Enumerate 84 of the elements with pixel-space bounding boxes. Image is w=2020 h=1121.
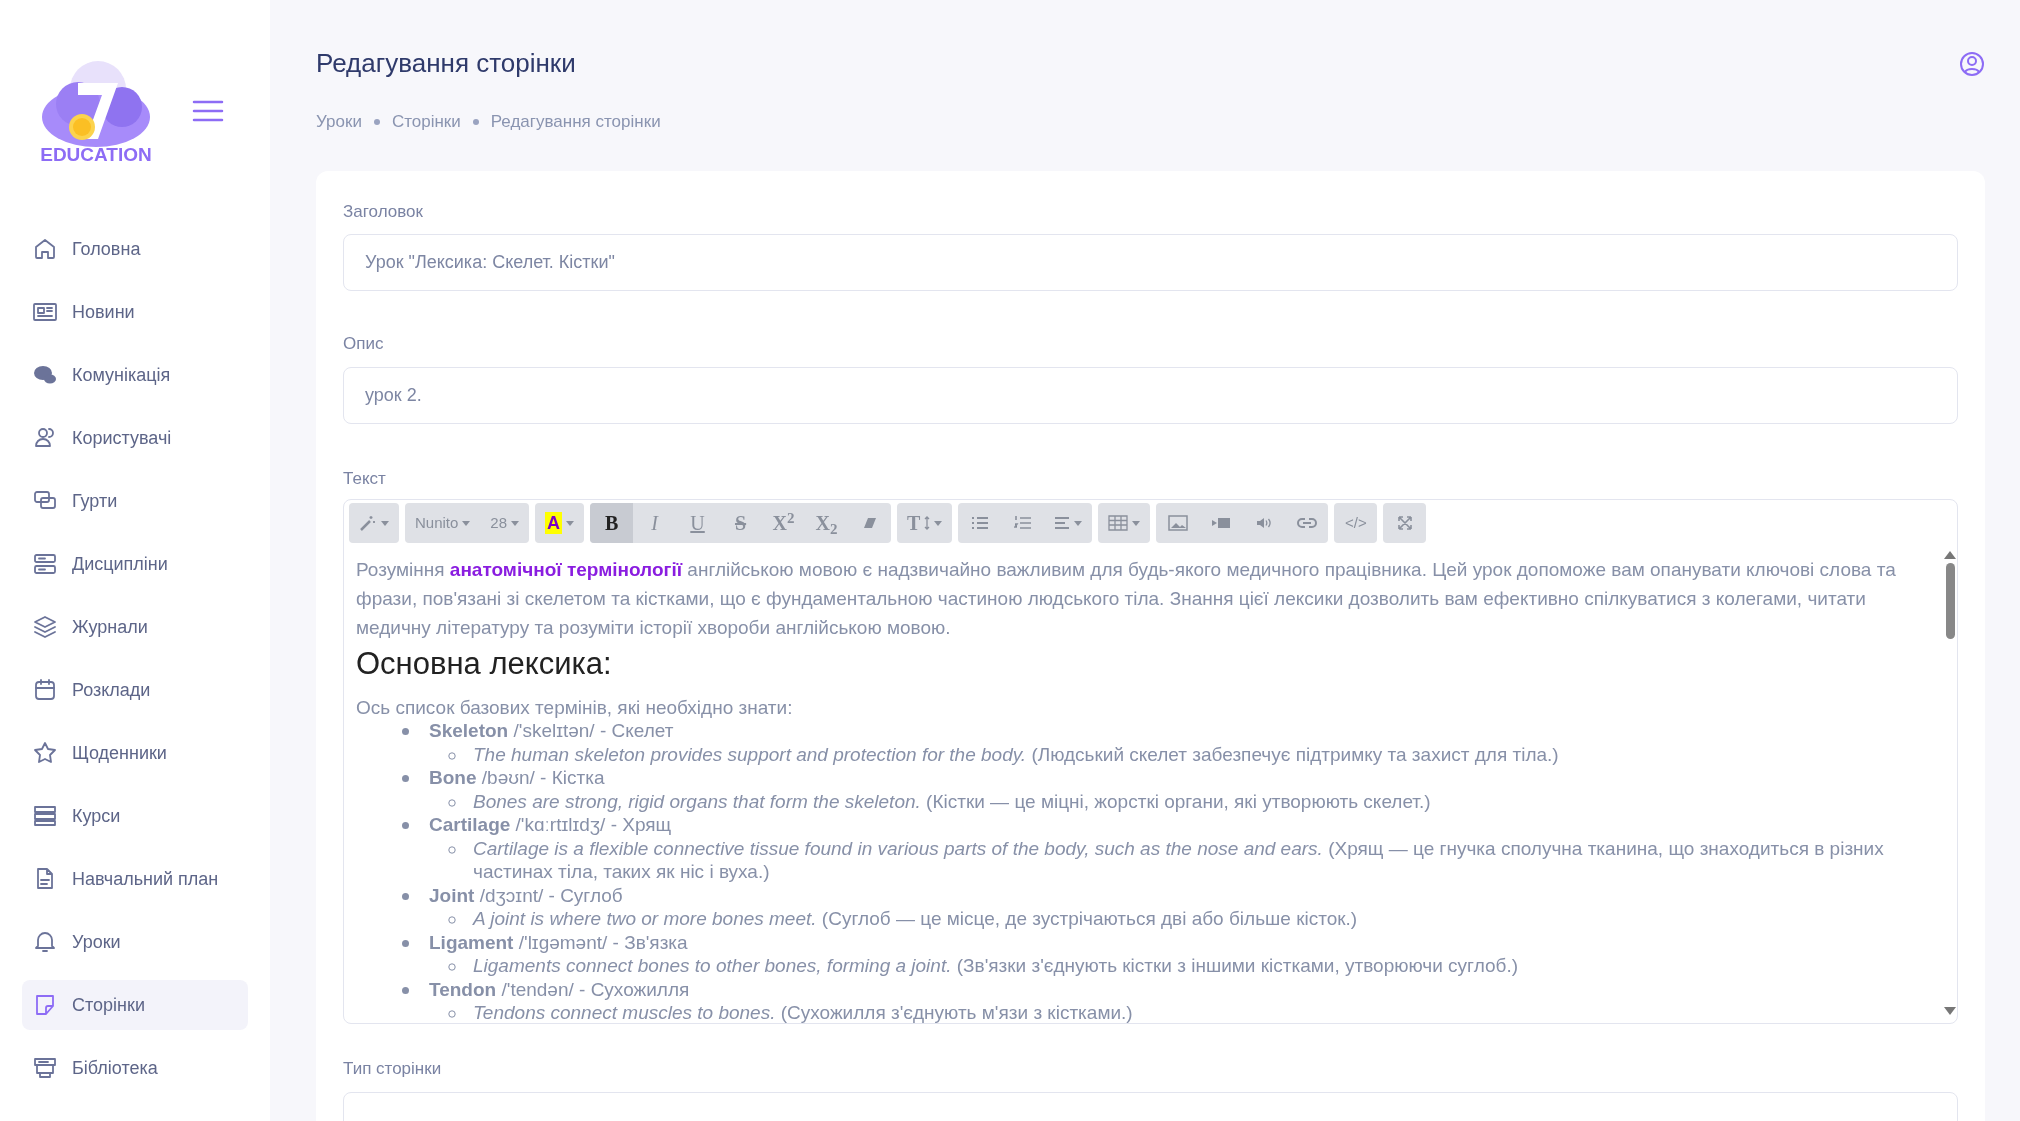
example-sentence: The human skeleton provides support and protection for the body. (Людський скелет забезпечує підтримку та захист для тіла.) — [473, 742, 1559, 766]
caret-icon — [566, 520, 575, 526]
term-entry: Joint /dʒɔɪnt/ - Суглоб — [429, 883, 623, 907]
circle-bullet-icon — [448, 798, 456, 807]
menu-icon[interactable] — [192, 99, 224, 123]
example-sentence: Ligaments connect bones to other bones, forming a joint. (Зв'язки з'єднують кістки з іншими кістками, утворюючи суглоб.) — [473, 954, 1518, 978]
caret-icon — [1132, 520, 1141, 526]
intro-paragraph: Розуміння анатомічної термінології англійською мовою є надзвичайно важливим для будь-якого медичного працівника. Цей урок допоможе вам опанувати ключові слова та фрази, пов'язані зі скелетом та кістками, що є фундаментальною частиною людського тіла. Знання цієї лексики дозволить вам ефективно спілкуватися з колегами, читати медичну літературу та розуміти історії хвороби англійською мовою. — [356, 558, 1897, 640]
sidebar-item[interactable]: Щоденники — [22, 728, 248, 778]
stack-icon — [32, 803, 58, 829]
caret-icon — [511, 520, 520, 526]
caret-icon — [1074, 520, 1083, 526]
align-icon — [1054, 516, 1071, 530]
sidebar-item[interactable]: Бібліотека — [22, 1043, 248, 1093]
section-heading: Основна лексика: — [356, 645, 613, 683]
breadcrumb-link[interactable]: Уроки — [316, 109, 362, 135]
caret-icon — [934, 520, 943, 526]
page-title: Редагування сторінки — [316, 47, 576, 80]
bullet-icon — [402, 986, 409, 994]
circle-bullet-icon — [448, 751, 456, 760]
speaker-icon — [1255, 516, 1272, 530]
numbered-list-icon — [1013, 515, 1032, 531]
sidebar-item[interactable]: Навчальний план — [22, 854, 248, 904]
link-icon — [1296, 517, 1317, 529]
circle-bullet-icon — [448, 1010, 456, 1018]
field-label: Опис — [343, 333, 385, 355]
sidebar-item[interactable]: Користувачі — [22, 413, 248, 463]
video-icon — [1211, 517, 1230, 529]
sidebar-item[interactable]: Дисципліни — [22, 539, 248, 589]
text-color-button[interactable]: A — [535, 503, 585, 543]
title-input[interactable]: Урок "Лексика: Скелет. Кістки" — [343, 234, 1958, 291]
layers-icon — [32, 614, 58, 640]
user-account-icon[interactable] — [1959, 50, 1985, 77]
server-icon — [32, 551, 58, 577]
table-icon — [1108, 515, 1129, 531]
term-entry: Cartilage /'kɑːrtɪlɪdʒ/ - Хрящ — [429, 813, 672, 837]
sidebar-item[interactable]: Уроки — [22, 917, 248, 967]
example-sentence: A joint is where two or more bones meet. (Суглоб — це місце, де зустрічаються дві або більше кісток.) — [473, 907, 1358, 931]
sidebar-item[interactable]: Головна — [22, 224, 248, 274]
bullet-icon — [402, 775, 409, 782]
caret-icon — [381, 520, 389, 526]
example-sentence: Bones are strong, rigid organs that form the skeleton. (Кістки — це міцні, жорсткі органи, які утворюють скелет.) — [473, 789, 1431, 813]
home-icon — [32, 236, 58, 262]
bold-button[interactable]: B — [590, 503, 634, 543]
logo-text: EDUCATION — [40, 144, 152, 164]
sidebar-item[interactable]: Комунікація — [22, 350, 248, 400]
term-entry: Skeleton /'skelɪtən/ - Скелет — [429, 719, 674, 743]
circle-bullet-icon — [448, 845, 456, 854]
sidebar-item[interactable]: Гурти — [22, 476, 248, 526]
image-icon — [1167, 515, 1188, 531]
rich-text-editor[interactable] — [343, 499, 1958, 1024]
sidebar-item[interactable]: Новини — [22, 287, 248, 337]
term-entry: Ligament /'lɪɡəmənt/ - Зв'язка — [429, 930, 688, 954]
list-intro: Ось список базових термінів, які необхідно знати: — [356, 696, 794, 719]
circle-bullet-icon — [448, 916, 456, 924]
term-entry: Tendon /'tendən/ - Сухожилля — [429, 977, 690, 1001]
sidebar-item[interactable]: Сторінки — [22, 980, 248, 1030]
sidebar-item[interactable]: Розклади — [22, 665, 248, 715]
caret-icon — [462, 520, 471, 526]
bell-icon — [32, 929, 58, 955]
term-entry: Bone /bəʊn/ - Кістка — [429, 766, 605, 790]
circle-bullet-icon — [448, 963, 456, 971]
library-icon — [32, 1055, 58, 1081]
bullet-icon — [402, 822, 409, 829]
fullscreen-icon — [1396, 515, 1413, 531]
bullet-icon — [402, 728, 409, 735]
bullet-icon — [402, 892, 409, 900]
example-sentence: Cartilage is a flexible connective tissue found in various parts of the body, such as the nose and ears. (Хрящ — це гнучка сполучна тканина, що знаходиться в різних частинах тіла, таких як ніс і вуха.) — [473, 836, 1885, 884]
example-sentence: Tendons connect muscles to bones. (Сухожилля з'єднують м'язи з кістками.) — [473, 1001, 1133, 1023]
field-label: Тип сторінки — [343, 1058, 443, 1080]
bullet-list-icon — [970, 515, 989, 531]
sidebar-item[interactable]: Курси — [22, 791, 248, 841]
eraser-icon — [861, 515, 878, 531]
calendar-icon — [32, 677, 58, 703]
bullet-icon — [402, 939, 409, 947]
description-input[interactable]: урок 2. — [343, 366, 1958, 424]
sidebar-item[interactable]: Журнали — [22, 602, 248, 652]
field-label: Заголовок — [343, 200, 424, 223]
field-label: Текст — [343, 467, 387, 490]
up-down-arrow-icon — [924, 516, 931, 530]
breadcrumb-link[interactable]: Сторінки — [391, 109, 461, 135]
magic-wand-icon — [359, 514, 377, 532]
breadcrumb-link[interactable]: Редагування сторінки — [490, 109, 661, 135]
star-icon — [32, 740, 58, 766]
